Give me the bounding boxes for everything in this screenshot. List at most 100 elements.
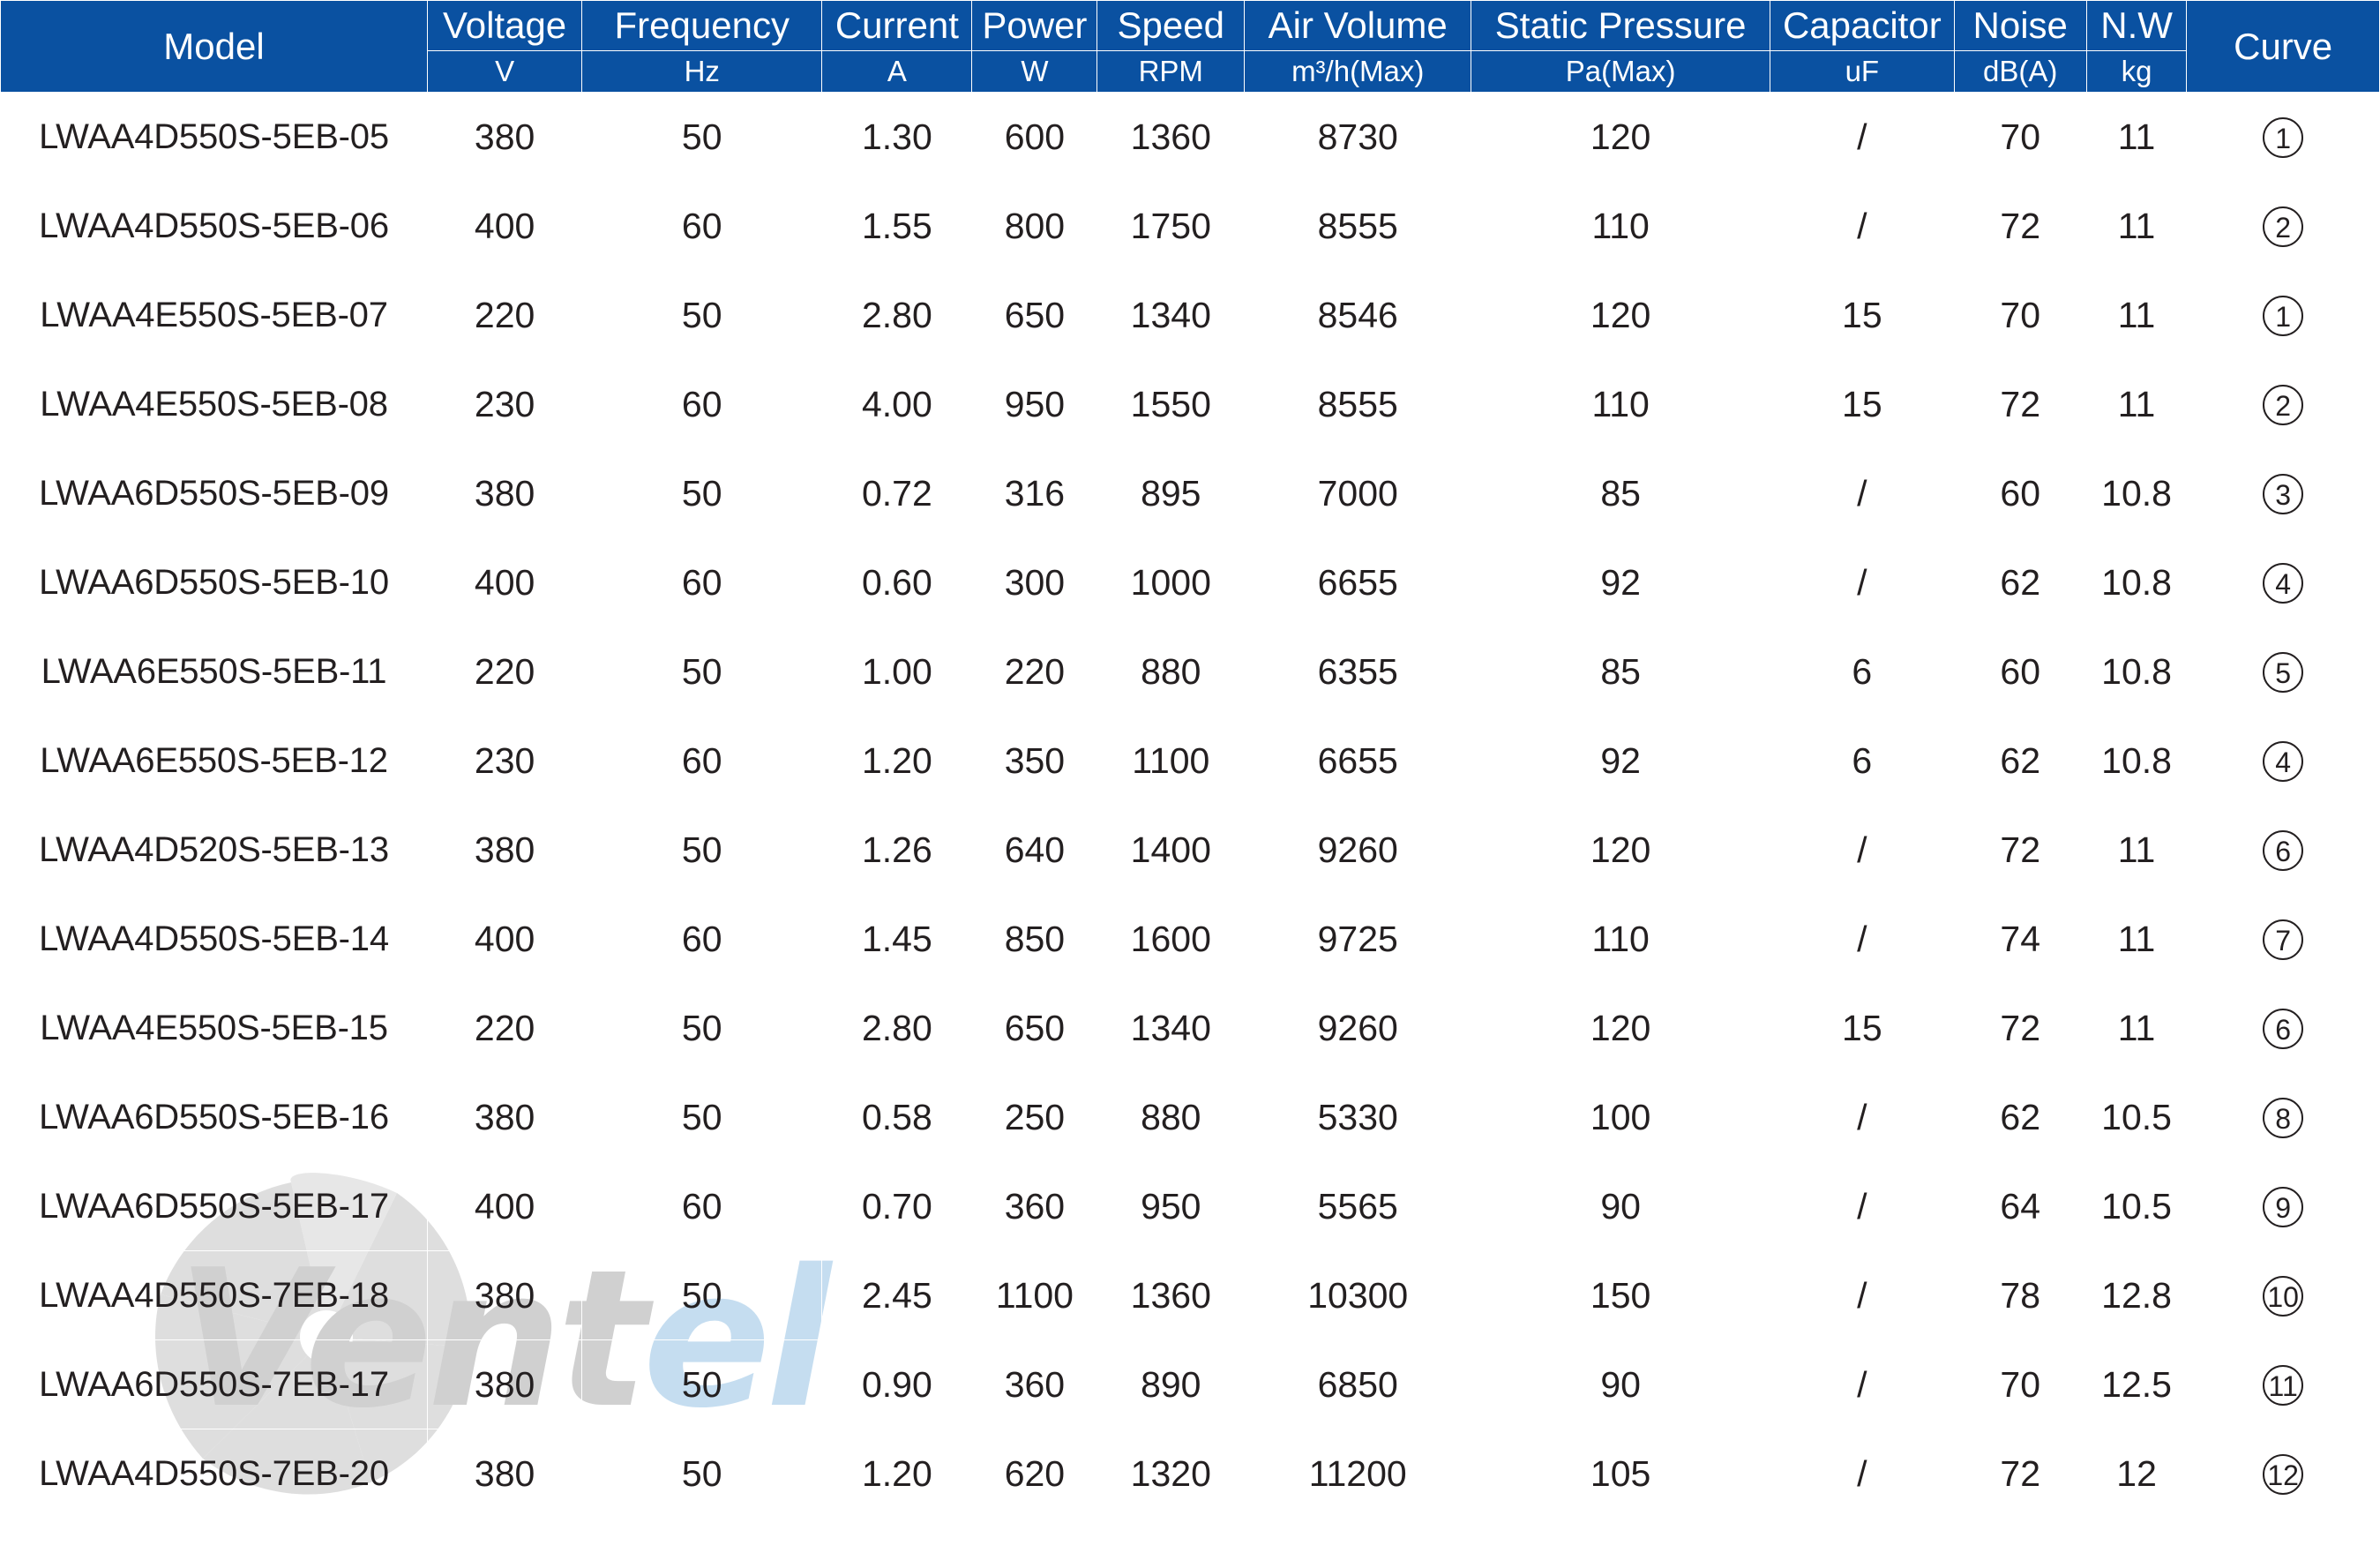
cell-static-pressure: 120: [1471, 983, 1771, 1073]
cell-voltage: 400: [426, 1161, 583, 1251]
cell-net-weight: 10.8: [2085, 626, 2188, 716]
table-row: LWAA4D550S-7EB-20 380 50 1.20 620 1320 11200 10…: [0, 1429, 2380, 1519]
cell-voltage: 230: [426, 359, 583, 449]
cell-frequency: 50: [581, 92, 823, 182]
cell-power: 300: [971, 537, 1098, 627]
cell-static-pressure: 100: [1471, 1072, 1771, 1162]
cell-air-volume: 6355: [1244, 626, 1472, 716]
cell-voltage: 220: [426, 983, 583, 1073]
cell-noise: 64: [1953, 1161, 2087, 1251]
cell-net-weight: 10.8: [2085, 448, 2188, 538]
cell-power: 360: [971, 1161, 1098, 1251]
cell-curve: 4: [2186, 537, 2380, 627]
table-row: LWAA6D550S-5EB-17 400 60 0.70 360 950 5565 90/6…: [0, 1161, 2380, 1251]
unit-static-pressure: Pa(Max): [1471, 50, 1771, 93]
cell-current: 1.00: [821, 626, 973, 716]
cell-net-weight: 11: [2085, 181, 2188, 271]
cell-model: LWAA4E550S-5EB-08: [0, 359, 428, 449]
cell-model: LWAA4D520S-5EB-13: [0, 805, 428, 895]
cell-curve: 8: [2186, 1072, 2380, 1162]
cell-curve: 12: [2186, 1429, 2380, 1519]
column-header-frequency: Frequency: [581, 0, 823, 51]
curve-badge: 4: [2263, 563, 2304, 604]
unit-power: W: [971, 50, 1098, 93]
cell-speed: 1360: [1096, 1250, 1246, 1340]
cell-capacitor: /: [1770, 181, 1955, 271]
cell-air-volume: 8555: [1244, 181, 1472, 271]
curve-badge: 7: [2263, 919, 2304, 960]
cell-frequency: 60: [581, 894, 823, 984]
cell-model: LWAA6D550S-5EB-10: [0, 537, 428, 627]
cell-static-pressure: 120: [1471, 270, 1771, 360]
cell-model: LWAA4D550S-5EB-06: [0, 181, 428, 271]
cell-capacitor: /: [1770, 1072, 1955, 1162]
cell-power: 350: [971, 716, 1098, 806]
cell-air-volume: 6655: [1244, 716, 1472, 806]
cell-frequency: 50: [581, 1250, 823, 1340]
cell-voltage: 380: [426, 92, 583, 182]
cell-power: 360: [971, 1339, 1098, 1429]
cell-noise: 78: [1953, 1250, 2087, 1340]
cell-noise: 60: [1953, 448, 2087, 538]
cell-speed: 890: [1096, 1339, 1246, 1429]
cell-net-weight: 10.8: [2085, 716, 2188, 806]
cell-current: 0.58: [821, 1072, 973, 1162]
curve-badge: 12: [2263, 1454, 2304, 1495]
cell-net-weight: 10.5: [2085, 1161, 2188, 1251]
cell-voltage: 230: [426, 716, 583, 806]
cell-power: 640: [971, 805, 1098, 895]
cell-net-weight: 11: [2085, 270, 2188, 360]
cell-current: 2.45: [821, 1250, 973, 1340]
cell-frequency: 50: [581, 983, 823, 1073]
cell-air-volume: 8555: [1244, 359, 1472, 449]
cell-frequency: 50: [581, 1429, 823, 1519]
curve-badge: 3: [2263, 474, 2304, 514]
column-header-model: Model: [0, 0, 428, 93]
table-row: LWAA6D550S-5EB-16 380 50 0.58 250 880 5330 100/…: [0, 1072, 2380, 1162]
cell-current: 1.45: [821, 894, 973, 984]
cell-static-pressure: 150: [1471, 1250, 1771, 1340]
table-row: LWAA4D550S-5EB-06 400 60 1.55 800 1750 8555 110…: [0, 181, 2380, 271]
cell-static-pressure: 90: [1471, 1339, 1771, 1429]
curve-badge: 4: [2263, 741, 2304, 782]
cell-static-pressure: 105: [1471, 1429, 1771, 1519]
cell-speed: 1400: [1096, 805, 1246, 895]
column-header-power: Power: [971, 0, 1098, 51]
cell-speed: 1750: [1096, 181, 1246, 271]
unit-current: A: [821, 50, 973, 93]
cell-noise: 72: [1953, 359, 2087, 449]
cell-net-weight: 11: [2085, 805, 2188, 895]
cell-voltage: 220: [426, 270, 583, 360]
column-header-curve: Curve: [2186, 0, 2380, 93]
cell-noise: 72: [1953, 1429, 2087, 1519]
table-row: LWAA6D550S-5EB-10 400 60 0.60 300 1000 6655 92/…: [0, 537, 2380, 627]
cell-net-weight: 12.5: [2085, 1339, 2188, 1429]
cell-capacitor: /: [1770, 537, 1955, 627]
cell-model: LWAA4D550S-7EB-20: [0, 1429, 428, 1519]
cell-capacitor: /: [1770, 1161, 1955, 1251]
cell-noise: 60: [1953, 626, 2087, 716]
cell-power: 600: [971, 92, 1098, 182]
unit-capacitor: uF: [1770, 50, 1955, 93]
cell-air-volume: 7000: [1244, 448, 1472, 538]
cell-curve: 1: [2186, 270, 2380, 360]
curve-badge: 8: [2263, 1098, 2304, 1138]
cell-voltage: 400: [426, 537, 583, 627]
cell-speed: 1600: [1096, 894, 1246, 984]
cell-capacitor: 6: [1770, 626, 1955, 716]
cell-speed: 880: [1096, 1072, 1246, 1162]
cell-model: LWAA4D550S-5EB-14: [0, 894, 428, 984]
cell-speed: 1340: [1096, 983, 1246, 1073]
cell-frequency: 50: [581, 805, 823, 895]
column-header-air-volume: Air Volume: [1244, 0, 1472, 51]
cell-capacitor: 15: [1770, 270, 1955, 360]
table-row: LWAA4D550S-5EB-05 380 50 1.30 600 1360 8730 120…: [0, 92, 2380, 182]
cell-static-pressure: 110: [1471, 181, 1771, 271]
unit-voltage: V: [426, 50, 583, 93]
table-body: LWAA4D550S-5EB-05 380 50 1.30 600 1360 8730 120…: [0, 92, 2380, 1519]
cell-capacitor: 15: [1770, 359, 1955, 449]
curve-badge: 9: [2263, 1187, 2304, 1227]
column-header-noise: Noise: [1953, 0, 2087, 51]
cell-noise: 70: [1953, 1339, 2087, 1429]
cell-speed: 1100: [1096, 716, 1246, 806]
